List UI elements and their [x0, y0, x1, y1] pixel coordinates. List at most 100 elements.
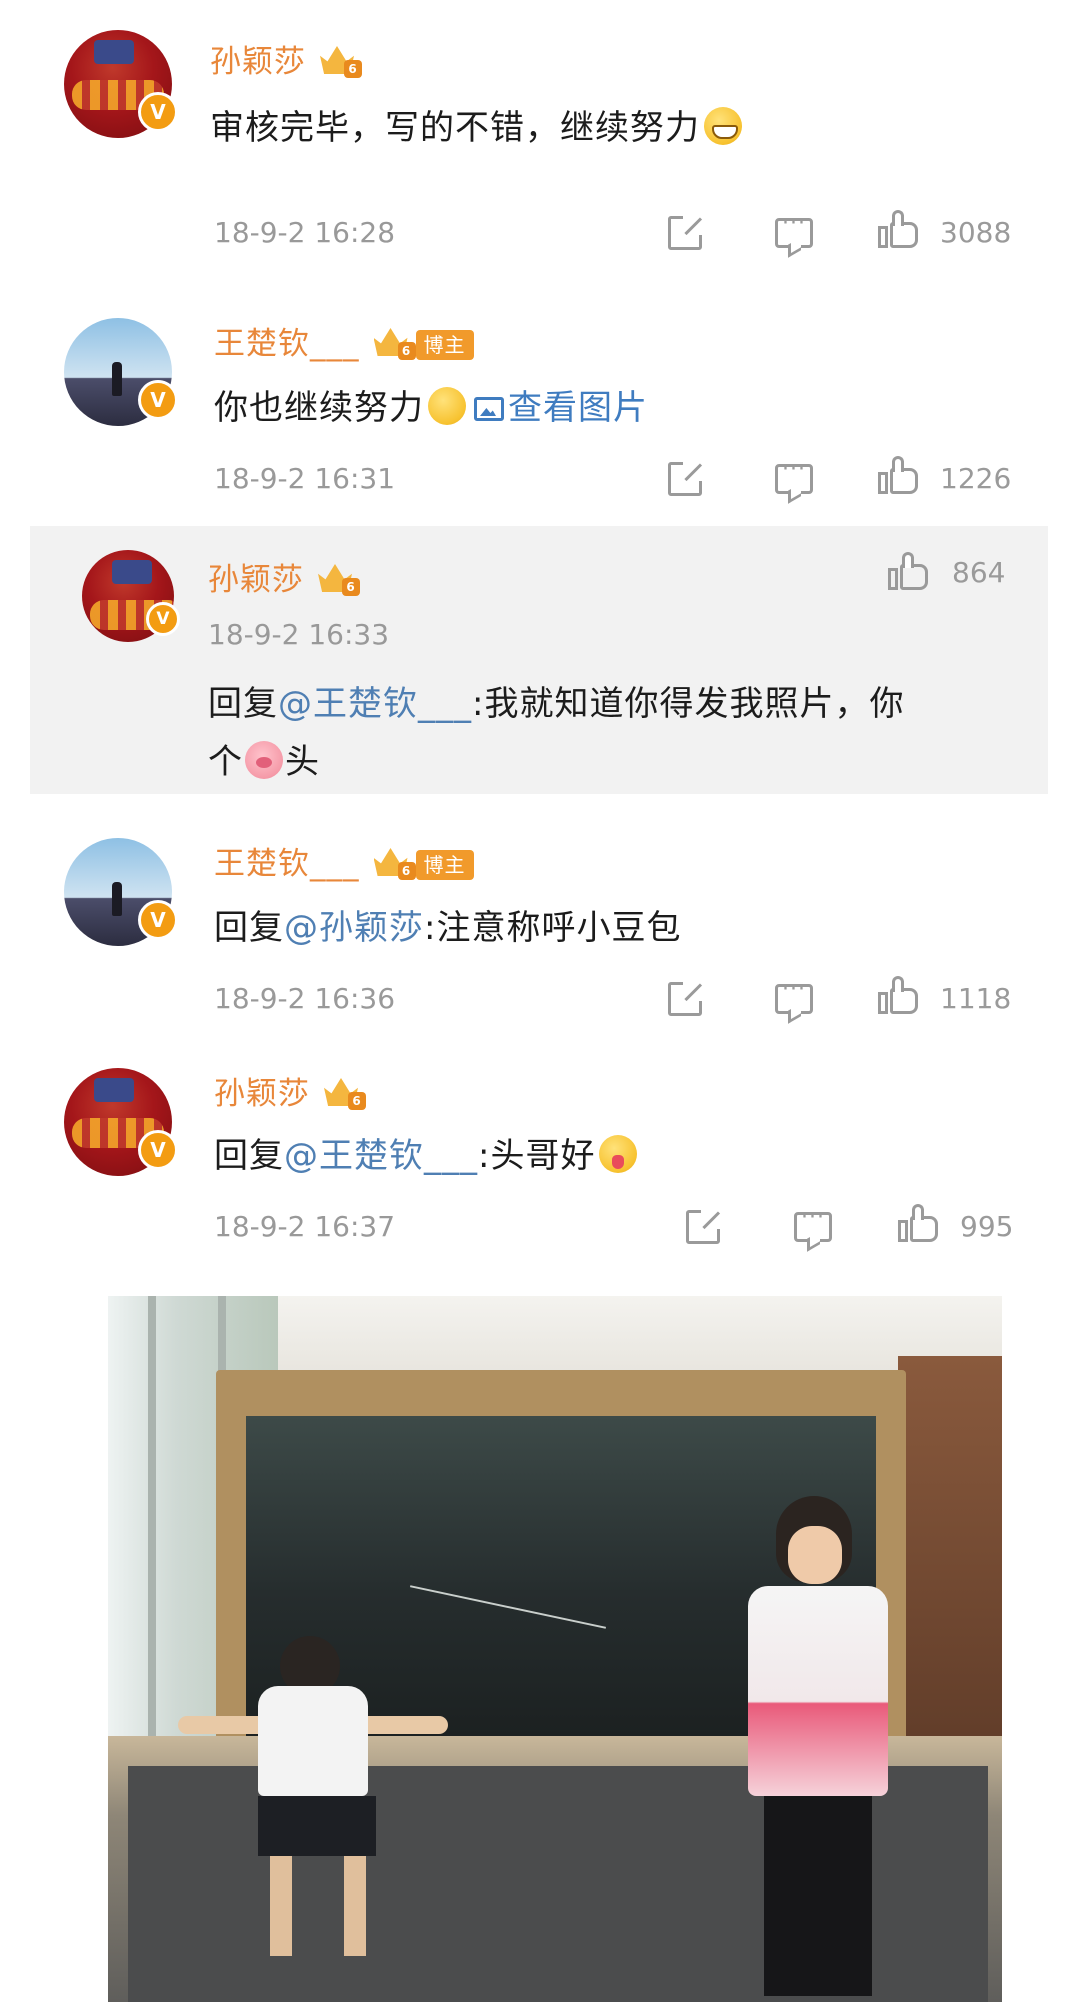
- thumb-cuff: [878, 226, 888, 248]
- comment-text: 你也继续努力 查看图片: [214, 380, 648, 429]
- comment-icon[interactable]: [775, 457, 813, 494]
- verified-icon: V: [146, 602, 180, 636]
- comment-icon[interactable]: [775, 211, 813, 248]
- like-icon[interactable]: [898, 1204, 940, 1244]
- comment-time: 18-9-2 16:31: [214, 462, 396, 495]
- comment-item: V 孙颖莎 6 审核完毕，写的不错，继续努力 18-9-2 16:28 3088: [0, 0, 1080, 260]
- like-icon[interactable]: [878, 210, 920, 250]
- username-text[interactable]: 孙颖莎: [214, 1076, 310, 1112]
- level-badge: 6: [342, 578, 360, 596]
- crown-icon: 6: [316, 560, 360, 596]
- crown-icon: 6: [318, 42, 362, 78]
- comment-content: 头: [285, 742, 320, 782]
- reply-prefix: 回复: [208, 684, 278, 724]
- comment-text-line2: 个头: [208, 734, 320, 783]
- like-count: 1226: [940, 462, 1012, 495]
- thumb-cuff: [878, 472, 888, 494]
- mention-link[interactable]: @王楚钦___: [278, 684, 472, 724]
- comment-item: V 王楚钦___ 6博主 你也继续努力 查看图片 18-9-2 16:31 1226: [0, 300, 1080, 520]
- image-icon[interactable]: [474, 397, 504, 421]
- view-image-link[interactable]: 查看图片: [508, 388, 648, 428]
- username[interactable]: 孙颖莎 6: [208, 554, 360, 599]
- comment-text: 回复@孙颖莎:注意称呼小豆包: [214, 900, 681, 949]
- smile-emoji-icon: [428, 387, 466, 425]
- thumb-tip: [892, 976, 904, 992]
- username-text[interactable]: 王楚钦___: [214, 846, 360, 882]
- like-count: 3088: [940, 216, 1012, 249]
- avatar[interactable]: V: [64, 30, 178, 138]
- photo-adult-face: [788, 1526, 842, 1584]
- verified-icon: V: [138, 900, 178, 940]
- comment-item: V 孙颖莎 6 回复@王楚钦___:头哥好 18-9-2 16:37 995: [0, 1050, 1080, 1280]
- level-badge: 6: [397, 862, 416, 880]
- username[interactable]: 孙颖莎 6: [214, 1068, 366, 1113]
- comment-text: 回复@王楚钦___:头哥好: [214, 1128, 638, 1177]
- comment-time: 18-9-2 16:37: [214, 1210, 396, 1243]
- username[interactable]: 王楚钦___ 6 博主: [214, 838, 474, 883]
- level-badge: 6: [348, 1092, 366, 1110]
- comment-time: 18-9-2 16:28: [214, 216, 396, 249]
- verified-icon: V: [138, 380, 178, 420]
- like-icon[interactable]: [888, 552, 930, 592]
- username-text[interactable]: 王楚钦___: [214, 326, 360, 362]
- share-icon[interactable]: [668, 979, 705, 1016]
- level-badge: 6: [344, 60, 362, 78]
- avatar[interactable]: V: [64, 1068, 178, 1176]
- comment-item: V 王楚钦___ 6 博主 回复@孙颖莎:注意称呼小豆包 18-9-2 16:36 …: [0, 820, 1080, 1040]
- verified-icon: V: [138, 92, 178, 132]
- photo-child-shorts: [258, 1796, 376, 1856]
- comment-content: 审核完毕，写的不错，继续努力: [210, 108, 700, 148]
- username-text[interactable]: 孙颖莎: [210, 44, 306, 80]
- username-text[interactable]: 孙颖莎: [208, 562, 304, 598]
- comment-time: 18-9-2 16:36: [214, 982, 396, 1015]
- username[interactable]: 孙颖莎 6: [210, 36, 362, 81]
- share-icon[interactable]: [668, 459, 705, 496]
- comment-text: 审核完毕，写的不错，继续努力: [210, 100, 742, 149]
- reply-prefix: 回复: [214, 908, 284, 948]
- photo-child-leg: [344, 1856, 366, 1956]
- comment-icon[interactable]: [794, 1205, 832, 1242]
- crown-icon: 6: [322, 1074, 366, 1110]
- photo-child-arm: [358, 1716, 448, 1734]
- grin-emoji-icon: [704, 107, 742, 145]
- comment-content: :注意称呼小豆包: [424, 908, 682, 948]
- photo-adult-jacket: [748, 1586, 888, 1796]
- avatar[interactable]: V: [64, 318, 178, 426]
- comment-content: 个: [208, 742, 243, 782]
- avatar[interactable]: V: [82, 550, 180, 642]
- thumb-cuff: [898, 1220, 908, 1242]
- like-count: 864: [952, 556, 1006, 589]
- photo-child-leg: [270, 1856, 292, 1956]
- comment-text: 回复@王楚钦___:我就知道你得发我照片，你: [208, 676, 904, 725]
- crown-icon: 6: [372, 844, 416, 880]
- verified-icon: V: [138, 1130, 178, 1170]
- like-icon[interactable]: [878, 456, 920, 496]
- comment-content: :我就知道你得发我照片，你: [472, 684, 905, 724]
- like-count: 995: [960, 1210, 1014, 1243]
- comment-icon[interactable]: [775, 977, 813, 1014]
- mention-link[interactable]: @孙颖莎: [284, 908, 424, 948]
- thumb-cuff: [888, 568, 898, 590]
- mention-link[interactable]: @王楚钦___: [284, 1136, 478, 1176]
- share-icon[interactable]: [668, 213, 705, 250]
- thumb-tip: [892, 456, 904, 472]
- attached-photo[interactable]: [108, 1296, 1002, 2002]
- tongue-emoji-icon: [599, 1135, 638, 1173]
- crown-icon: 6: [372, 324, 416, 360]
- thumb-tip: [892, 210, 904, 226]
- level-badge: 6: [397, 342, 416, 360]
- share-icon[interactable]: [686, 1207, 723, 1244]
- comment-content: 你也继续努力: [214, 388, 424, 428]
- photo-adult-pants: [764, 1796, 872, 1996]
- username[interactable]: 王楚钦___ 6 博主: [214, 318, 474, 363]
- blogger-badge: 博主: [415, 330, 474, 360]
- reply-block: V 孙颖莎 6 864 18-9-2 16:33 回复@王楚钦___:我就知道你得…: [30, 526, 1048, 794]
- avatar[interactable]: V: [64, 838, 178, 946]
- photo-child-shirt: [258, 1686, 368, 1796]
- like-count: 1118: [940, 982, 1012, 1015]
- photo-wall: [898, 1356, 1002, 1776]
- photo-child-arm: [178, 1716, 268, 1734]
- thumb-tip: [902, 552, 914, 568]
- comment-time: 18-9-2 16:33: [208, 618, 390, 651]
- like-icon[interactable]: [878, 976, 920, 1016]
